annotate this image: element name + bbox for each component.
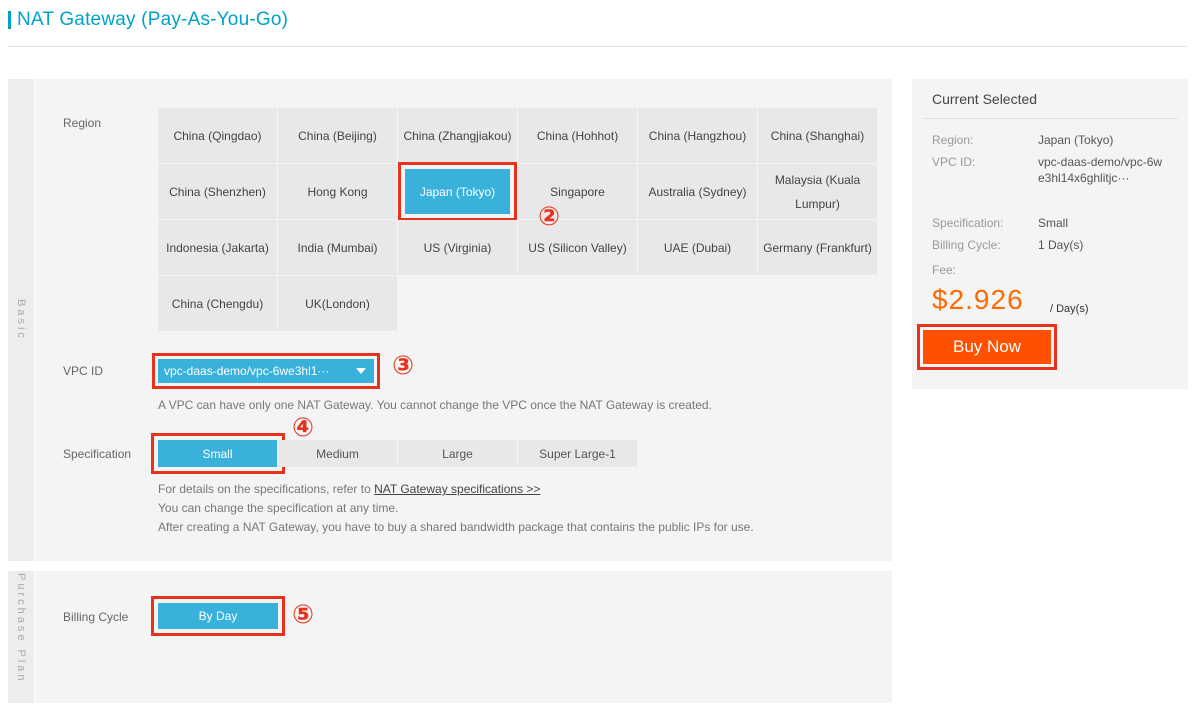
region-option[interactable]: UAE (Dubai) xyxy=(638,220,758,276)
title-divider xyxy=(8,46,1188,47)
buy-now-button[interactable]: Buy Now xyxy=(917,324,1057,370)
annotation-5: ⑤ xyxy=(292,599,315,629)
page-title: NAT Gateway (Pay-As-You-Go) xyxy=(17,9,289,30)
region-option[interactable]: China (Hangzhou) xyxy=(638,108,758,164)
specification-label: Specification xyxy=(63,447,132,461)
region-option[interactable]: US (Silicon Valley) xyxy=(518,220,638,276)
current-selected-panel: Current Selected Region: Japan (Tokyo) V… xyxy=(912,79,1188,389)
region-option[interactable]: India (Mumbai) xyxy=(278,220,398,276)
region-option[interactable]: US (Virginia) xyxy=(398,220,518,276)
basic-section-label: Basic xyxy=(8,79,35,561)
billing-cycle-label: Billing Cycle xyxy=(63,610,129,624)
region-option[interactable]: Hong Kong xyxy=(278,164,398,220)
vpc-select[interactable]: vpc-daas-demo/vpc-6we3hl1··· xyxy=(152,353,380,389)
region-option[interactable]: UK(London) xyxy=(278,276,398,332)
purchase-plan-section: Purchase Plan Billing Cycle By Day xyxy=(8,571,892,703)
billing-by-day-button[interactable]: By Day xyxy=(151,596,285,636)
region-option[interactable]: Indonesia (Jakarta) xyxy=(158,220,278,276)
spec-hint-change: You can change the specification at any … xyxy=(158,501,399,515)
region-option[interactable]: Germany (Frankfurt) xyxy=(758,220,878,276)
summary-divider xyxy=(922,118,1178,119)
region-option[interactable]: China (Beijing) xyxy=(278,108,398,164)
specification-options: Small Medium Large Super Large-1 xyxy=(151,433,638,474)
spec-option-selected[interactable]: Small xyxy=(151,433,285,474)
spec-option[interactable]: Large xyxy=(398,440,518,467)
annotation-4: ④ xyxy=(292,412,315,442)
page-header: NAT Gateway (Pay-As-You-Go) xyxy=(8,8,288,32)
region-option[interactable]: China (Qingdao) xyxy=(158,108,278,164)
region-option[interactable]: China (Zhangjiakou) xyxy=(398,108,518,164)
region-option-selected[interactable]: Japan (Tokyo) xyxy=(398,162,518,221)
region-option[interactable]: Australia (Sydney) xyxy=(638,164,758,220)
annotation-2: ② xyxy=(538,201,561,231)
summary-title: Current Selected xyxy=(932,91,1038,107)
summary-specification: Specification: Small xyxy=(932,216,1069,230)
vpc-select-value: vpc-daas-demo/vpc-6we3hl1··· xyxy=(164,364,330,378)
region-option[interactable]: China (Chengdu) xyxy=(158,276,278,332)
region-label: Region xyxy=(63,116,102,130)
region-option[interactable]: China (Shanghai) xyxy=(758,108,878,164)
title-accent-bar xyxy=(8,11,11,29)
spec-option[interactable]: Super Large-1 xyxy=(518,440,638,467)
summary-billing-cycle: Billing Cycle: 1 Day(s) xyxy=(932,238,1084,252)
region-option[interactable]: Singapore xyxy=(518,164,638,220)
summary-vpc: VPC ID: vpc-daas-demo/vpc-6we3hl14x6ghli… xyxy=(932,155,1163,185)
vpc-label: VPC ID xyxy=(63,364,104,378)
price-unit: / Day(s) xyxy=(1050,303,1089,315)
price: $2.926 xyxy=(932,284,1024,315)
annotation-3: ③ xyxy=(392,350,415,380)
vpc-hint: A VPC can have only one NAT Gateway. You… xyxy=(158,398,712,412)
region-option[interactable]: China (Hohhot) xyxy=(518,108,638,164)
spec-hint-details: For details on the specifications, refer… xyxy=(158,482,541,496)
fee-label: Fee: xyxy=(932,263,957,277)
region-grid: China (Qingdao) China (Beijing) China (Zha… xyxy=(158,108,878,332)
summary-region: Region: Japan (Tokyo) xyxy=(932,133,1114,147)
spec-option[interactable]: Medium xyxy=(278,440,398,467)
purchase-plan-section-label: Purchase Plan xyxy=(8,571,35,703)
spec-hint-bandwidth: After creating a NAT Gateway, you have t… xyxy=(158,520,754,534)
chevron-down-icon xyxy=(356,368,366,374)
region-option[interactable]: Malaysia (Kuala Lumpur) xyxy=(758,164,878,220)
region-option[interactable]: China (Shenzhen) xyxy=(158,164,278,220)
nat-gateway-specifications-link[interactable]: NAT Gateway specifications >> xyxy=(374,482,540,496)
basic-section: Basic Region China (Qingdao) China (Beiji… xyxy=(8,79,892,561)
